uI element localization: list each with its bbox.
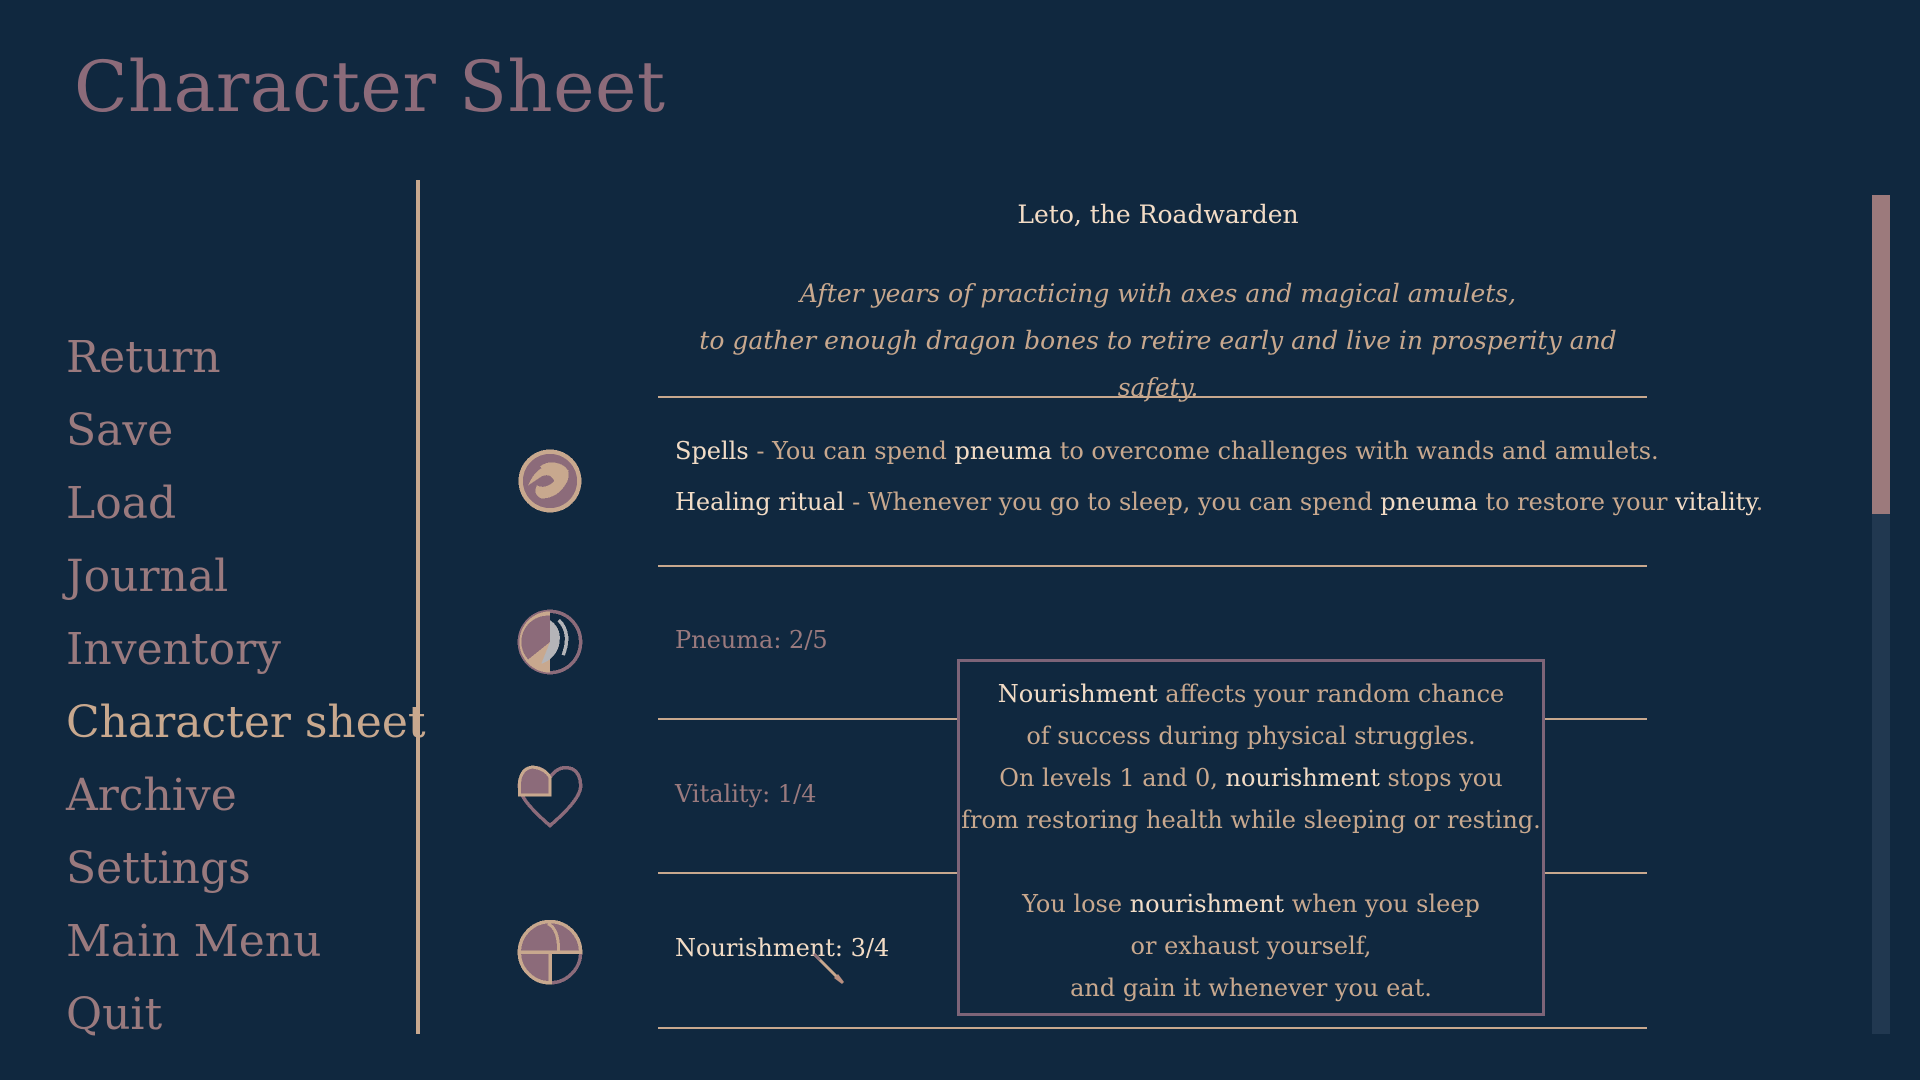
section-divider: [658, 396, 1647, 398]
character-description: After years of practicing with axes and …: [658, 270, 1658, 411]
menu-item-settings[interactable]: Settings: [66, 837, 426, 910]
tooltip-line: or exhaust yourself,: [1130, 932, 1372, 960]
tooltip-line: and gain it whenever you eat.: [1070, 974, 1432, 1002]
menu-item-main-menu[interactable]: Main Menu: [66, 910, 426, 983]
tooltip-line: Nourishment affects your random chance: [997, 680, 1505, 708]
character-name: Leto, the Roadwarden: [1017, 200, 1299, 229]
perk-name: Spells: [675, 437, 749, 465]
pneuma-partial-icon: [517, 609, 583, 675]
menu-item-return[interactable]: Return: [66, 326, 426, 399]
menu-item-quit[interactable]: Quit: [66, 983, 426, 1056]
tooltip-line: On levels 1 and 0, nourishment stops you: [999, 764, 1503, 792]
stat-pneuma[interactable]: Pneuma: 2/5: [675, 626, 828, 654]
wand-cursor-icon: [812, 952, 844, 984]
menu-item-character-sheet[interactable]: Character sheet: [66, 691, 426, 764]
keyword-pneuma[interactable]: pneuma: [955, 437, 1053, 465]
menu-divider: [416, 180, 420, 1034]
heart-quarter-icon: [517, 765, 583, 828]
perk-spells: Spells - You can spend pneuma to overcom…: [675, 437, 1659, 465]
stat-vitality[interactable]: Vitality: 1/4: [675, 780, 816, 808]
bread-three-quarter-icon: [517, 919, 583, 985]
tooltip-line: from restoring health while sleeping or …: [961, 806, 1541, 834]
tooltip-line: of success during physical struggles.: [1026, 722, 1476, 750]
scrollbar-thumb[interactable]: [1872, 195, 1890, 514]
menu-item-inventory[interactable]: Inventory: [66, 618, 426, 691]
section-divider: [658, 1027, 1647, 1029]
menu-item-journal[interactable]: Journal: [66, 545, 426, 618]
menu-item-archive[interactable]: Archive: [66, 764, 426, 837]
menu-item-save[interactable]: Save: [66, 399, 426, 472]
stat-nourishment[interactable]: Nourishment: 3/4: [675, 934, 889, 962]
section-divider: [658, 565, 1647, 567]
pneuma-orb-icon: [518, 449, 582, 513]
keyword-pneuma[interactable]: pneuma: [1380, 488, 1478, 516]
keyword-vitality[interactable]: vitality: [1675, 488, 1756, 516]
perk-name: Healing ritual: [675, 488, 845, 516]
nourishment-tooltip: Nourishment affects your random chance o…: [957, 659, 1545, 1016]
tooltip-line: You lose nourishment when you sleep: [1022, 890, 1480, 918]
scrollbar[interactable]: [1872, 195, 1890, 1034]
description-line: After years of practicing with axes and …: [799, 279, 1517, 308]
page-title: Character Sheet: [74, 46, 666, 128]
menu-item-load[interactable]: Load: [66, 472, 426, 545]
game-menu: Return Save Load Journal Inventory Chara…: [66, 326, 426, 1056]
perk-healing-ritual: Healing ritual - Whenever you go to slee…: [675, 488, 1764, 516]
